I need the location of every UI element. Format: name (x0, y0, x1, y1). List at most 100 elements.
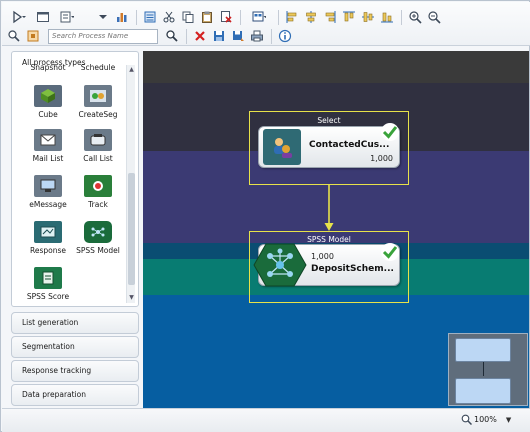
find-button[interactable] (6, 28, 22, 44)
chevron-down-icon (99, 15, 107, 19)
panel-toggle-button[interactable] (35, 9, 51, 25)
scrollbar-thumb[interactable] (128, 173, 135, 285)
palette-item-track[interactable]: Track (72, 175, 124, 209)
align-left-button[interactable] (284, 9, 300, 25)
process-node-title: ContactedCus... (309, 140, 390, 150)
accordion-segmentation[interactable]: Segmentation (11, 336, 139, 358)
list-icon (144, 11, 156, 23)
process-node-count: 1,000 (370, 154, 393, 163)
emessage-icon (34, 175, 62, 197)
status-bar: 100% ▼ (2, 408, 530, 432)
print-button[interactable] (249, 28, 265, 44)
checkmark-icon (381, 243, 399, 261)
accordion-response-tracking[interactable]: Response tracking (11, 360, 139, 382)
delete-document-icon (221, 11, 232, 23)
palette-item-spss-model[interactable]: SPSS Model (72, 221, 124, 255)
palette-item-spss-score[interactable]: SPSS Score (22, 267, 74, 301)
zoom-out-icon (428, 11, 441, 24)
scissors-icon (163, 11, 175, 23)
spss-score-icon (34, 267, 62, 289)
scroll-down-arrow-icon[interactable]: ▼ (128, 294, 135, 302)
view-menu-button[interactable] (246, 9, 272, 25)
canvas-band-top (143, 51, 529, 83)
delete-button[interactable] (218, 9, 234, 25)
palette-item-label: Schedule (80, 63, 116, 72)
palette-item-label: Snapshot (30, 63, 66, 72)
save-return-icon (233, 31, 244, 41)
save-icon (214, 31, 224, 41)
process-palette: All process types Snapshot Schedule Cube… (11, 51, 139, 307)
accordion-data-preparation[interactable]: Data preparation (11, 384, 139, 406)
palette-item-response[interactable]: Response (22, 221, 74, 255)
align-middle-icon (362, 12, 374, 22)
search-input[interactable] (52, 32, 156, 40)
remove-button[interactable] (192, 28, 208, 44)
palette-item-label: SPSS Score (26, 292, 70, 301)
layout-menu-button[interactable] (54, 9, 80, 25)
cube-icon (34, 85, 62, 107)
canvas-overview-minimap[interactable] (448, 333, 528, 406)
align-center-button[interactable] (303, 9, 319, 25)
chart-button[interactable] (114, 9, 130, 25)
select-process-node[interactable]: ContactedCus... 1,000 (258, 126, 400, 168)
accordion-list-generation[interactable]: List generation (11, 312, 139, 334)
select-process-box[interactable]: Select ContactedCus... 1,000 (249, 111, 409, 185)
toolbar (2, 2, 530, 46)
palette-item-label: Cube (38, 110, 58, 119)
help-button[interactable] (277, 28, 293, 44)
track-icon (84, 175, 112, 197)
magnifier-icon (8, 30, 20, 42)
app-window: All process types Snapshot Schedule Cube… (0, 0, 530, 432)
response-icon (34, 221, 62, 243)
search-process-field[interactable] (48, 28, 158, 44)
process-node-count: 1,000 (311, 252, 334, 261)
align-top-button[interactable] (341, 9, 357, 25)
dropdown-button[interactable] (95, 9, 111, 25)
palette-scrollbar[interactable]: ▲ ▼ (126, 65, 135, 303)
palette-item-label: Call List (83, 154, 113, 163)
paste-button[interactable] (199, 9, 215, 25)
align-bottom-icon (381, 12, 393, 23)
copy-button[interactable] (180, 9, 196, 25)
grid-view-icon (252, 11, 266, 22)
copy-icon (182, 11, 194, 23)
palette-item-call-list[interactable]: Call List (72, 129, 124, 163)
palette-item-schedule[interactable]: Schedule (72, 63, 124, 73)
save-button[interactable] (211, 28, 227, 44)
zoom-in-button[interactable] (407, 9, 423, 25)
toolbar-separator (401, 9, 402, 25)
align-top-icon (343, 11, 355, 22)
zoom-out-button[interactable] (426, 9, 442, 25)
zoom-control[interactable]: 100% ▼ (461, 414, 511, 425)
cut-button[interactable] (161, 9, 177, 25)
fit-to-view-button[interactable] (25, 28, 41, 44)
palette-item-label: Response (29, 246, 67, 255)
scroll-up-arrow-icon[interactable]: ▲ (128, 66, 135, 74)
spss-model-process-box[interactable]: SPSS Model DepositSchem... 1,000 (249, 231, 409, 303)
align-right-button[interactable] (322, 9, 338, 25)
printer-icon (251, 30, 263, 42)
palette-item-label: CreateSeg (78, 110, 118, 119)
list-view-button[interactable] (142, 9, 158, 25)
palette-item-cube[interactable]: Cube (22, 85, 74, 119)
palette-item-createseg[interactable]: CreateSeg (72, 85, 124, 119)
create-segment-icon (84, 85, 112, 107)
minimap-connector (483, 362, 484, 376)
red-x-icon (195, 31, 205, 41)
chevron-down-icon[interactable]: ▼ (506, 416, 511, 424)
toolbar-row-2 (6, 26, 296, 46)
palette-item-emessage[interactable]: eMessage (22, 175, 74, 209)
info-icon (278, 29, 292, 43)
search-button[interactable] (164, 28, 180, 44)
flow-connector-arrow (324, 185, 334, 231)
checkmark-icon (381, 123, 399, 141)
run-menu-button[interactable] (6, 9, 32, 25)
align-bottom-button[interactable] (379, 9, 395, 25)
palette-item-label: Track (88, 200, 108, 209)
save-and-return-button[interactable] (230, 28, 246, 44)
align-left-icon (286, 11, 297, 23)
spss-model-hexagon-icon (253, 243, 307, 287)
align-middle-button[interactable] (360, 9, 376, 25)
palette-item-mail-list[interactable]: Mail List (22, 129, 74, 163)
palette-item-snapshot[interactable]: Snapshot (22, 63, 74, 73)
